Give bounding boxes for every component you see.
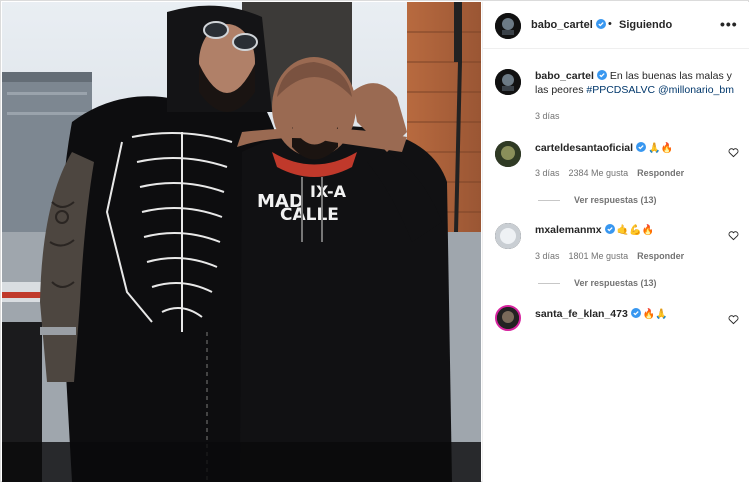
comment-likes[interactable]: 2384 Me gusta (569, 168, 629, 178)
post-photo[interactable]: MAD IX-A CALLE (2, 2, 481, 482)
verified-badge-icon (596, 70, 607, 80)
view-replies-label[interactable]: Ver respuestas (13) (574, 195, 657, 205)
verified-badge-icon (630, 308, 641, 318)
comment-row: carteldesantaoficial 🙏🔥 (535, 142, 673, 154)
comment-avatar[interactable] (495, 223, 521, 249)
comment-emojis: 🤙💪🔥 (616, 225, 654, 236)
post-side-panel: babo_cartel • Siguiendo ••• babo_cartel … (482, 2, 749, 482)
verified-badge-icon (604, 224, 615, 234)
author-username[interactable]: babo_cartel (531, 19, 606, 31)
like-heart-icon[interactable] (728, 230, 739, 241)
post-header: babo_cartel • Siguiendo ••• (483, 2, 749, 49)
like-heart-icon[interactable] (728, 147, 739, 158)
caption-username[interactable]: babo_cartel (535, 70, 594, 82)
verified-badge-icon (636, 142, 647, 152)
comment-time[interactable]: 3 días (535, 251, 560, 261)
caption-avatar[interactable] (495, 69, 521, 95)
view-replies-button[interactable]: Ver respuestas (13) (538, 195, 657, 205)
comment-avatar[interactable] (495, 141, 521, 167)
comment-likes[interactable]: 1801 Me gusta (569, 251, 629, 261)
comment-username[interactable]: santa_fe_klan_473 (535, 308, 628, 320)
replies-divider (538, 200, 560, 202)
more-options-icon[interactable]: ••• (720, 16, 738, 32)
post-image: MAD IX-A CALLE (2, 2, 481, 482)
caption-time[interactable]: 3 días (535, 111, 560, 121)
comment-username[interactable]: mxalemanmx (535, 224, 602, 236)
comment-row: santa_fe_klan_473 🔥🙏 (535, 308, 668, 320)
verified-badge-icon (595, 19, 606, 29)
caption-meta: 3 días (535, 111, 569, 121)
comment-meta: 3 días 1801 Me gusta Responder (535, 251, 693, 261)
author-avatar[interactable] (495, 13, 521, 39)
comment-emojis: 🔥🙏 (642, 309, 668, 320)
view-replies-label[interactable]: Ver respuestas (13) (574, 278, 657, 288)
post-modal: MAD IX-A CALLE babo_cartel • Siguiendo •… (0, 0, 749, 482)
comment-time[interactable]: 3 días (535, 168, 560, 178)
like-heart-icon[interactable] (728, 314, 739, 325)
comment-username[interactable]: carteldesantaoficial (535, 142, 633, 154)
caption-hashtag[interactable]: #PPCDSALVC (586, 84, 655, 96)
comment-meta: 3 días 2384 Me gusta Responder (535, 168, 693, 178)
comment-row: mxalemanmx 🤙💪🔥 (535, 224, 654, 236)
comment-reply-button[interactable]: Responder (637, 251, 684, 261)
follow-status-button[interactable]: Siguiendo (619, 19, 672, 31)
comment-avatar[interactable] (495, 305, 521, 331)
comment-emojis: 🙏🔥 (648, 143, 673, 154)
view-replies-button[interactable]: Ver respuestas (13) (538, 278, 657, 288)
caption-mention[interactable]: @millonario_bm (658, 84, 734, 96)
header-separator: • (608, 18, 612, 30)
hoodie-text-right: IX-A (310, 182, 347, 201)
replies-divider (538, 283, 560, 285)
post-caption: babo_cartel En las buenas las malas y la… (535, 69, 745, 97)
author-username-text[interactable]: babo_cartel (531, 19, 593, 31)
hoodie-text-bottom: CALLE (280, 205, 339, 225)
comment-reply-button[interactable]: Responder (637, 168, 684, 178)
